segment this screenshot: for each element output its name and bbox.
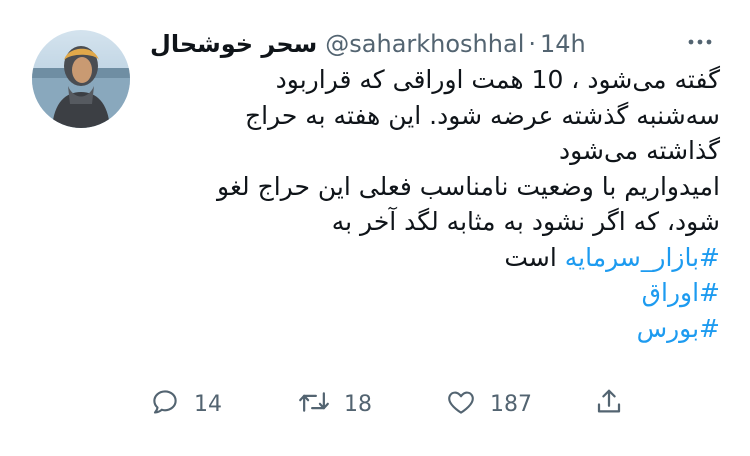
retweet-button[interactable]: 18 <box>298 382 372 426</box>
like-count: 187 <box>490 391 532 417</box>
tweet-text-line: شود، که اگر نشود به مثابه لگد آخر به <box>331 207 720 236</box>
hashtag-line: #بورس <box>150 311 720 347</box>
reply-icon <box>150 387 180 421</box>
tweet-text-line: امیدواریم با وضعیت نامناسب فعلی این حراج… <box>217 171 720 201</box>
tweet-timestamp[interactable]: 14h <box>540 30 586 58</box>
hashtag-line-suffix: است <box>504 242 565 272</box>
like-button[interactable]: 187 <box>446 382 532 426</box>
avatar[interactable] <box>32 30 130 128</box>
heart-icon <box>446 387 476 421</box>
separator-dot: · <box>528 30 536 58</box>
more-horizontal-icon[interactable] <box>682 30 718 54</box>
reply-button[interactable]: 14 <box>150 382 222 426</box>
tweet-header: سحر خوشحال @saharkhoshhal · 14h <box>150 28 586 60</box>
reply-count: 14 <box>194 391 222 417</box>
share-icon <box>594 387 624 421</box>
tweet-text-line: سه‌شنبه گذشته عرضه شود. این هفته به حراج <box>244 100 720 130</box>
tweet-text: گفته می‌شود ، 10 همت اوراقی که قراربود س… <box>150 62 720 346</box>
author-name[interactable]: سحر خوشحال <box>150 30 317 58</box>
hashtag-line: #بازار_سرمایه است <box>150 240 720 276</box>
author-handle[interactable]: @saharkhoshhal <box>325 30 524 58</box>
tweet-text-line: گفته می‌شود ، 10 همت اوراقی که قراربود <box>275 65 720 94</box>
hashtag-link[interactable]: #بازار_سرمایه <box>565 243 720 272</box>
hashtag-link[interactable]: #اوراق <box>642 278 720 307</box>
hashtag-link[interactable]: #بورس <box>637 314 720 343</box>
hashtag-line: #اوراق <box>150 275 720 311</box>
tweet-actions: 14 18 187 <box>150 382 650 426</box>
retweet-icon <box>298 387 330 421</box>
tweet-text-line: گذاشته می‌شود <box>558 136 720 165</box>
retweet-count: 18 <box>344 391 372 417</box>
share-button[interactable] <box>594 382 624 426</box>
